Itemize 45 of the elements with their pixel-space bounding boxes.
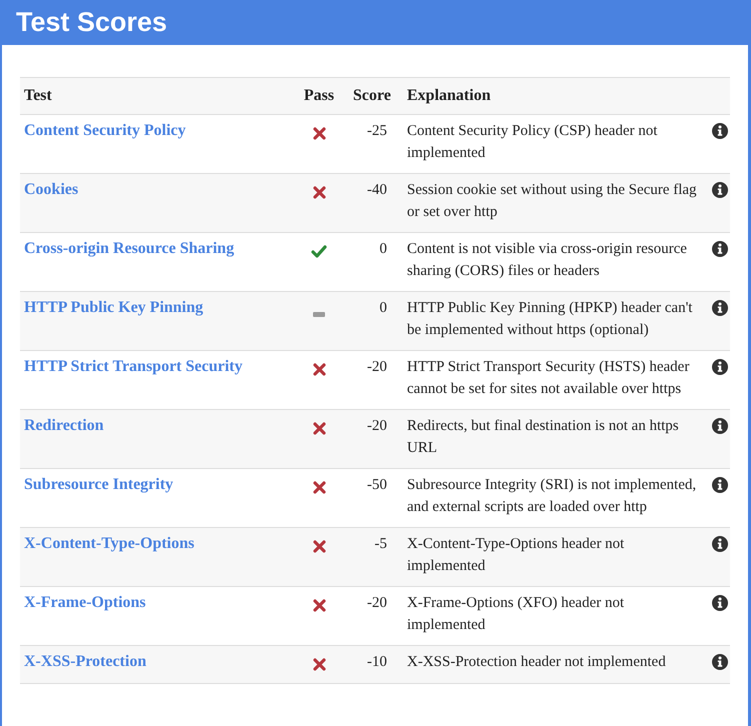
test-link[interactable]: Content Security Policy <box>24 122 186 139</box>
test-link[interactable]: HTTP Public Key Pinning <box>24 299 204 316</box>
info-icon[interactable] <box>712 536 728 552</box>
score: -10 <box>367 654 387 670</box>
info-icon[interactable] <box>712 654 728 670</box>
test-link[interactable]: X-Content-Type-Options <box>24 535 194 552</box>
test-link[interactable]: Cookies <box>24 181 78 198</box>
test-link[interactable]: Subresource Integrity <box>24 476 174 493</box>
test-link[interactable]: X-Frame-Options <box>24 594 146 611</box>
explanation-text: Content is not visible via cross-origin resource sharing (CORS) files or headers <box>407 240 688 281</box>
score: -20 <box>367 359 387 375</box>
test-link[interactable]: HTTP Strict Transport Security <box>24 358 243 375</box>
score: -20 <box>367 595 387 611</box>
explanation-text: Content Security Policy (CSP) header not implemented <box>407 122 658 163</box>
info-icon[interactable] <box>712 241 728 257</box>
test-link[interactable]: Redirection <box>24 417 104 434</box>
column-header: Pass <box>295 78 343 114</box>
explanation-text: X-Content-Type-Options header not implemented <box>407 535 626 576</box>
test-link[interactable]: X-XSS-Protection <box>24 653 146 670</box>
score: -20 <box>367 418 387 434</box>
column-header: Score <box>343 78 401 114</box>
explanation-text: HTTP Public Key Pinning (HPKP) header can't be implemented without https (optional) <box>407 299 694 340</box>
score: 0 <box>380 241 387 257</box>
explanation-text: Subresource Integrity (SRI) is not implemented, and external scripts are loaded over http <box>407 476 698 517</box>
info-icon[interactable] <box>712 595 728 611</box>
column-header: Explanation <box>401 78 704 114</box>
info-icon[interactable] <box>712 359 728 375</box>
explanation-text: Session cookie set without using the Secure flag or set over http <box>407 181 698 222</box>
info-icon[interactable] <box>712 182 728 198</box>
column-header: Test <box>20 78 295 114</box>
test-link[interactable]: Cross-origin Resource Sharing <box>24 240 234 257</box>
explanation-text: X-Frame-Options (XFO) header not implemented <box>407 594 626 635</box>
page-title: Test Scores <box>16 9 168 36</box>
info-icon[interactable] <box>712 123 728 139</box>
explanation-text: Redirects, but final destination is not an https URL <box>407 417 680 458</box>
score: -40 <box>367 182 387 198</box>
score: -5 <box>374 536 387 552</box>
explanation-text: X-XSS-Protection header not implemented <box>407 653 667 672</box>
score: -25 <box>367 123 387 139</box>
explanation-text: HTTP Strict Transport Security (HSTS) header cannot be set for sites not available over https <box>407 358 690 399</box>
score: 0 <box>380 300 387 316</box>
info-icon[interactable] <box>712 300 728 316</box>
score: -50 <box>367 477 387 493</box>
info-icon[interactable] <box>712 477 728 493</box>
info-icon[interactable] <box>712 418 728 434</box>
